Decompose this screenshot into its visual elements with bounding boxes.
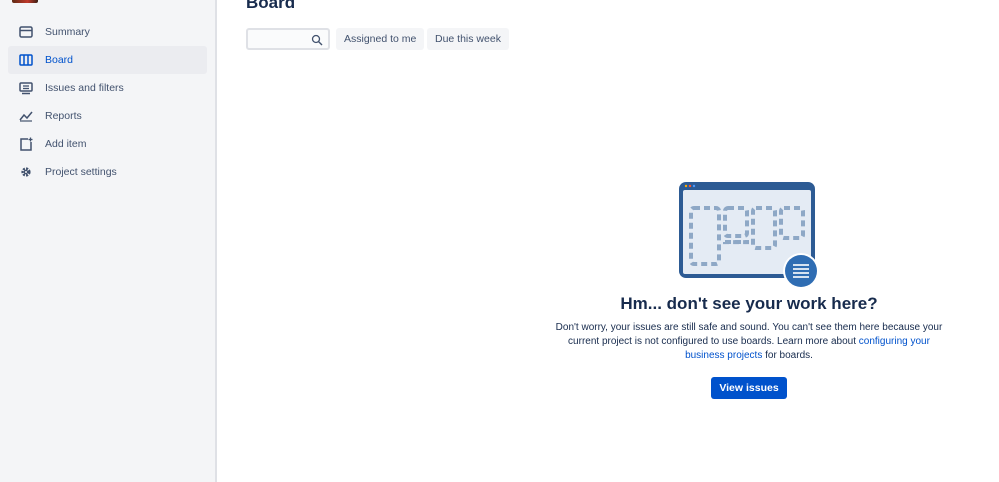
sidebar-item-label: Reports	[45, 110, 82, 122]
sidebar-item-label: Add item	[45, 138, 87, 150]
due-this-week-filter[interactable]: Due this week	[427, 28, 509, 50]
sidebar-item-issues[interactable]: Issues and filters	[8, 74, 207, 102]
main-content: Board Assigned to me Due this week Hm...…	[219, 0, 999, 482]
app: Summary Board Issues and filters Reports	[0, 0, 999, 482]
reports-icon	[18, 108, 34, 124]
summary-icon	[18, 24, 34, 40]
sidebar-item-reports[interactable]: Reports	[8, 102, 207, 130]
sidebar: Summary Board Issues and filters Reports	[0, 0, 217, 482]
sidebar-item-project-settings[interactable]: Project settings	[8, 158, 207, 186]
sidebar-item-label: Project settings	[45, 166, 117, 178]
add-item-icon	[18, 136, 34, 152]
sidebar-item-summary[interactable]: Summary	[8, 18, 207, 46]
empty-state-heading: Hm... don't see your work here?	[620, 294, 878, 313]
board-window-illustration	[675, 180, 823, 292]
issues-icon	[18, 80, 34, 96]
page-title: Board	[246, 0, 296, 12]
project-avatar[interactable]	[12, 0, 38, 3]
view-issues-button[interactable]: View issues	[711, 377, 787, 399]
empty-state: Hm... don't see your work here? Don't wo…	[555, 180, 943, 399]
sidebar-item-label: Issues and filters	[45, 82, 124, 94]
description-text-end: for boards.	[762, 350, 813, 361]
search-input[interactable]	[246, 28, 330, 50]
empty-state-description: Don't worry, your issues are still safe …	[555, 321, 943, 363]
gear-icon	[18, 164, 34, 180]
sidebar-item-label: Board	[45, 54, 74, 66]
sidebar-item-add-item[interactable]: Add item	[8, 130, 207, 158]
board-icon	[18, 52, 34, 68]
sidebar-nav: Summary Board Issues and filters Reports	[8, 18, 207, 186]
search-icon[interactable]	[311, 33, 323, 46]
assigned-to-me-filter[interactable]: Assigned to me	[336, 28, 425, 50]
sidebar-item-label: Summary	[45, 26, 90, 38]
sidebar-item-board[interactable]: Board	[8, 46, 207, 74]
